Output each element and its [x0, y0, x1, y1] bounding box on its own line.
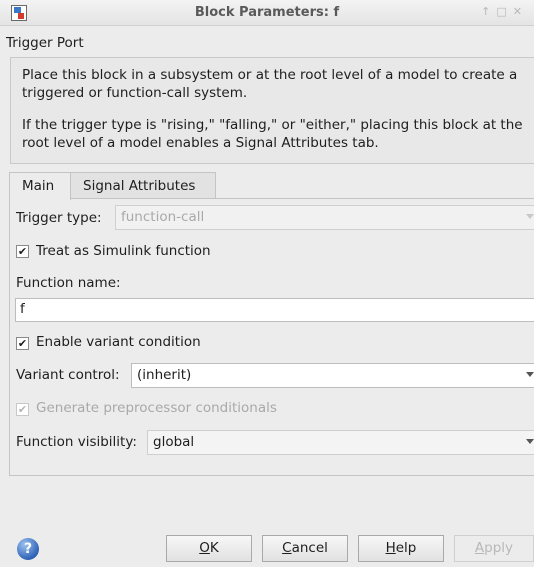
description-paragraph-1: Place this block in a subsystem or at th…: [22, 67, 518, 101]
ok-button[interactable]: OK: [166, 535, 252, 562]
generate-preprocessor-label: Generate preprocessor conditionals: [36, 400, 277, 416]
apply-button[interactable]: Apply: [454, 535, 534, 562]
variant-control-label: Variant control:: [16, 367, 120, 383]
main-panel: Trigger type: function-call ✔ Treat as S…: [9, 198, 534, 476]
treat-as-function-label: Treat as Simulink function: [36, 243, 211, 259]
function-visibility-value: global: [153, 434, 195, 450]
cancel-button[interactable]: Cancel: [262, 535, 348, 562]
tab-signal-attributes[interactable]: Signal Attributes: [70, 172, 216, 200]
variant-control-dropdown[interactable]: (inherit): [131, 363, 534, 388]
treat-as-function-checkbox[interactable]: ✔: [16, 245, 29, 258]
function-name-field[interactable]: f: [15, 298, 534, 322]
maximize-icon[interactable]: ↑: [481, 5, 496, 18]
block-type-title: Trigger Port: [6, 35, 84, 51]
function-visibility-label: Function visibility:: [16, 434, 137, 450]
function-name-label: Function name:: [16, 275, 121, 291]
help-question-icon[interactable]: ?: [17, 538, 39, 560]
function-visibility-dropdown[interactable]: global: [147, 430, 534, 455]
window-controls: ↑□✕: [481, 5, 528, 18]
restore-icon[interactable]: □: [496, 5, 512, 18]
help-button[interactable]: Help: [358, 535, 444, 562]
close-icon[interactable]: ✕: [513, 5, 528, 18]
chevron-down-icon: [526, 214, 534, 219]
generate-preprocessor-checkbox[interactable]: ✔: [16, 403, 29, 416]
trigger-type-value: function-call: [121, 209, 205, 225]
title-bar[interactable]: Block Parameters: f ↑□✕: [0, 0, 534, 26]
enable-variant-checkbox[interactable]: ✔: [16, 337, 29, 350]
trigger-type-label: Trigger type:: [16, 210, 102, 226]
description-paragraph-2: If the trigger type is "rising," "fallin…: [22, 117, 523, 151]
enable-variant-label: Enable variant condition: [36, 334, 201, 350]
trigger-type-dropdown[interactable]: function-call: [115, 205, 534, 230]
chevron-down-icon: [526, 372, 534, 377]
tab-main[interactable]: Main: [9, 172, 71, 200]
chevron-down-icon: [526, 439, 534, 444]
description-box: Place this block in a subsystem or at th…: [10, 57, 534, 164]
window-title: Block Parameters: f: [194, 5, 340, 20]
variant-control-value: (inherit): [137, 367, 192, 383]
